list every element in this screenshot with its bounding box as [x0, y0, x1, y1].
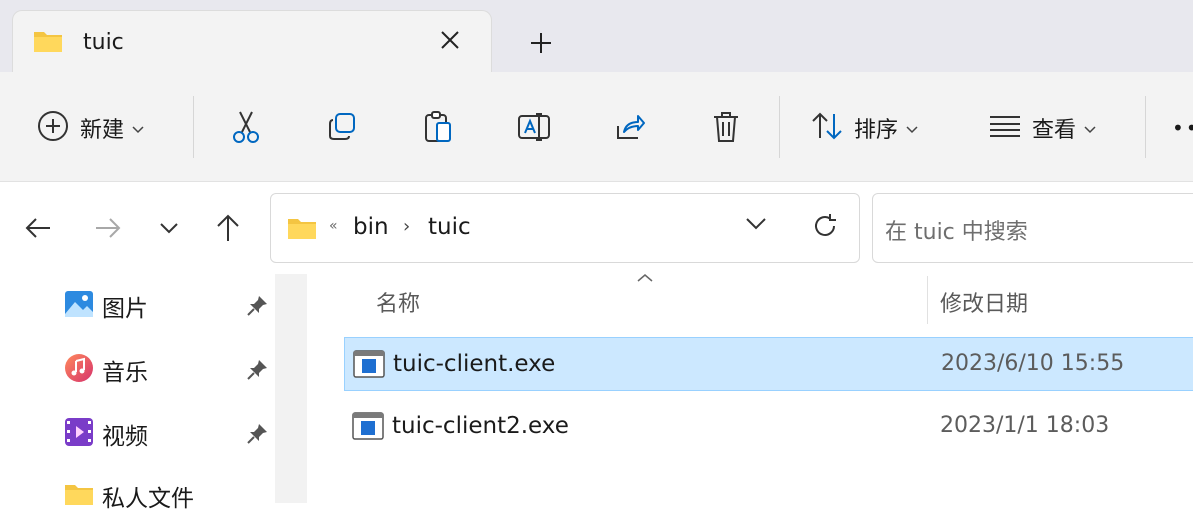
chevron-down-icon	[1084, 119, 1096, 138]
nav-item-label: 视频	[102, 424, 148, 450]
exe-file-icon	[353, 350, 385, 382]
sort-ascending-icon	[636, 268, 654, 287]
pictures-icon	[64, 290, 94, 322]
view-button[interactable]: 查看	[988, 108, 1096, 148]
forward-button[interactable]	[92, 212, 124, 244]
plus-icon[interactable]	[528, 30, 554, 56]
exe-file-icon	[352, 412, 384, 444]
nav-pane-scrollbar[interactable]	[275, 274, 307, 503]
share-icon[interactable]	[613, 108, 647, 146]
nav-item-videos[interactable]: 视频	[64, 414, 148, 454]
file-name: tuic-client.exe	[393, 351, 556, 377]
folder-icon	[64, 482, 94, 510]
more-options-button[interactable]: ••	[1172, 108, 1193, 148]
column-header-date-modified[interactable]: 修改日期	[940, 286, 1028, 318]
toolbar-divider	[779, 96, 780, 158]
tab-title: tuic	[83, 30, 124, 55]
command-bar: 新建 排序 查看 •	[0, 72, 1193, 182]
toolbar-divider	[1145, 96, 1146, 158]
breadcrumb-separator[interactable]: ›	[403, 216, 410, 237]
nav-item-label: 音乐	[102, 360, 148, 386]
pin-icon[interactable]	[245, 422, 269, 450]
toolbar-divider	[193, 96, 194, 158]
column-divider[interactable]	[927, 276, 928, 324]
tab-tuic[interactable]: tuic	[12, 10, 492, 76]
address-bar[interactable]: « bin › tuic	[270, 193, 860, 263]
breadcrumb-bin[interactable]: bin	[353, 214, 389, 240]
chevron-down-icon	[906, 119, 918, 138]
new-button-label: 新建	[80, 118, 125, 143]
refresh-icon[interactable]	[811, 212, 839, 244]
nav-item-label: 图片	[102, 296, 148, 322]
file-row[interactable]: tuic-client2.exe 2023/1/1 18:03	[344, 400, 1193, 454]
more-icon: ••	[1172, 116, 1193, 140]
title-bar: tuic	[0, 0, 1193, 76]
breadcrumb-tuic[interactable]: tuic	[428, 214, 471, 240]
add-circle-icon	[36, 109, 70, 147]
nav-item-music[interactable]: 音乐	[64, 350, 148, 390]
cut-icon[interactable]	[229, 108, 263, 146]
sort-button-label: 排序	[854, 118, 899, 143]
chevron-down-icon	[132, 119, 144, 138]
pin-icon[interactable]	[245, 294, 269, 322]
pin-icon[interactable]	[245, 358, 269, 386]
new-button[interactable]: 新建	[36, 108, 144, 148]
list-view-icon	[988, 114, 1022, 142]
sort-icon	[810, 111, 844, 145]
rename-icon[interactable]	[517, 108, 551, 146]
file-name: tuic-client2.exe	[392, 413, 569, 439]
back-button[interactable]	[22, 212, 54, 244]
file-row[interactable]: tuic-client.exe 2023/6/10 15:55	[344, 337, 1193, 391]
column-header-name[interactable]: 名称	[376, 286, 420, 318]
search-placeholder: 在 tuic 中搜索	[885, 220, 1028, 245]
videos-icon	[64, 417, 94, 451]
sort-button[interactable]: 排序	[810, 108, 918, 148]
breadcrumb-overflow[interactable]: «	[329, 218, 338, 234]
up-button[interactable]	[212, 212, 244, 244]
file-date-modified: 2023/6/10 15:55	[941, 351, 1125, 376]
music-icon	[64, 353, 94, 387]
nav-item-pictures[interactable]: 图片	[64, 286, 148, 326]
search-input[interactable]: 在 tuic 中搜索	[872, 193, 1193, 263]
nav-item-label: 私人文件	[102, 486, 194, 512]
folder-icon	[287, 216, 317, 244]
close-icon[interactable]	[437, 27, 463, 53]
file-date-modified: 2023/1/1 18:03	[940, 413, 1110, 438]
view-button-label: 查看	[1032, 118, 1077, 143]
recent-locations-button[interactable]	[153, 212, 185, 244]
nav-item-private-files[interactable]: 私人文件	[64, 476, 194, 516]
chevron-down-icon[interactable]	[745, 216, 767, 235]
folder-icon	[33, 29, 63, 57]
copy-icon[interactable]	[325, 108, 359, 146]
delete-icon[interactable]	[709, 108, 743, 146]
paste-icon[interactable]	[421, 108, 455, 146]
